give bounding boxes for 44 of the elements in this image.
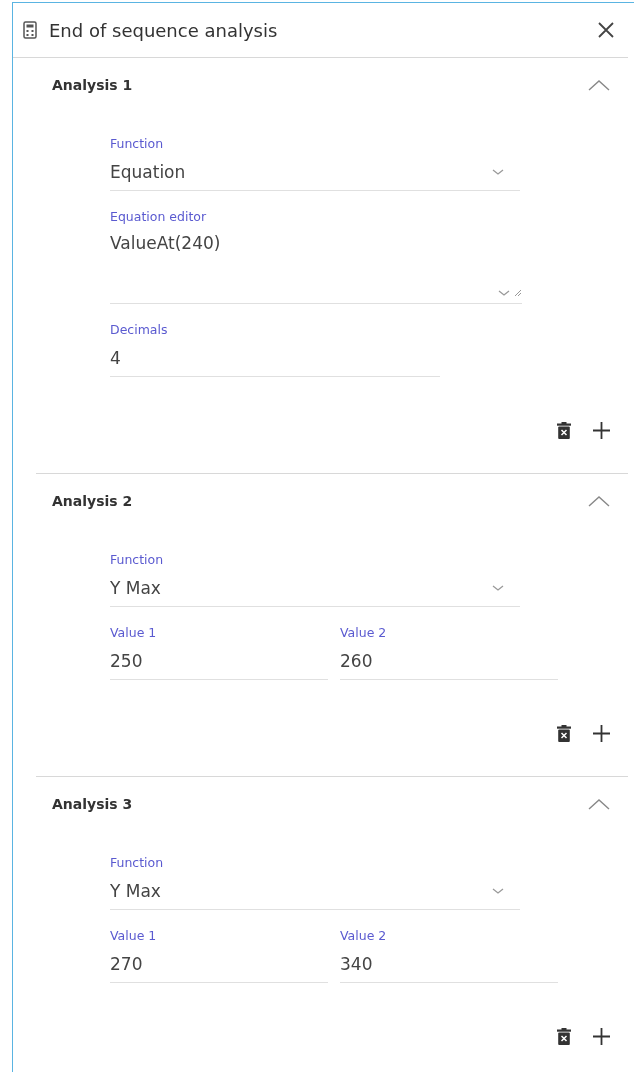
chevron-up-icon bbox=[588, 495, 610, 507]
field-label: Decimals bbox=[110, 321, 169, 339]
resize-handle-icon bbox=[514, 289, 522, 297]
input-field[interactable]: 250 bbox=[110, 643, 328, 680]
field-label: Value 1 bbox=[110, 927, 158, 945]
delete-button[interactable] bbox=[557, 1027, 571, 1045]
field-label: Function bbox=[110, 854, 165, 872]
input-field[interactable]: 340 bbox=[340, 946, 558, 983]
trash-icon bbox=[557, 724, 571, 742]
section-title: Analysis 1 bbox=[52, 77, 133, 93]
input-field[interactable]: 260 bbox=[340, 643, 558, 680]
chevron-up-icon bbox=[588, 798, 610, 810]
chevron-down-icon bbox=[492, 168, 504, 176]
input-field[interactable]: 4 bbox=[110, 340, 440, 377]
textarea-field[interactable]: ValueAt(240) bbox=[110, 227, 522, 304]
calculator-icon bbox=[23, 21, 37, 39]
select-field[interactable]: Equation bbox=[110, 154, 520, 191]
field-label: Value 1 bbox=[110, 624, 158, 642]
add-button[interactable] bbox=[593, 421, 610, 439]
field-label: Function bbox=[110, 551, 165, 569]
chevron-down-icon bbox=[492, 887, 504, 895]
panel-title: End of sequence analysis bbox=[49, 19, 279, 41]
chevron-down-icon bbox=[492, 584, 504, 592]
trash-icon bbox=[557, 1027, 571, 1045]
delete-button[interactable] bbox=[557, 421, 571, 439]
section-title: Analysis 3 bbox=[52, 796, 133, 812]
select-field[interactable]: Y Max bbox=[110, 873, 520, 910]
chevron-up-icon bbox=[588, 79, 610, 91]
add-button[interactable] bbox=[593, 724, 610, 742]
chevron-down-icon bbox=[498, 290, 510, 297]
plus-icon bbox=[593, 421, 610, 439]
field-label: Value 2 bbox=[340, 624, 388, 642]
plus-icon bbox=[593, 1027, 610, 1045]
close-icon bbox=[598, 22, 614, 38]
field-label: Function bbox=[110, 135, 165, 153]
select-field[interactable]: Y Max bbox=[110, 570, 520, 607]
field-label: Value 2 bbox=[340, 927, 388, 945]
field-label: Equation editor bbox=[110, 208, 208, 226]
section-title: Analysis 2 bbox=[52, 493, 133, 509]
plus-icon bbox=[593, 724, 610, 742]
input-field[interactable]: 270 bbox=[110, 946, 328, 983]
add-button[interactable] bbox=[593, 1027, 610, 1045]
delete-button[interactable] bbox=[557, 724, 571, 742]
trash-icon bbox=[557, 421, 571, 439]
